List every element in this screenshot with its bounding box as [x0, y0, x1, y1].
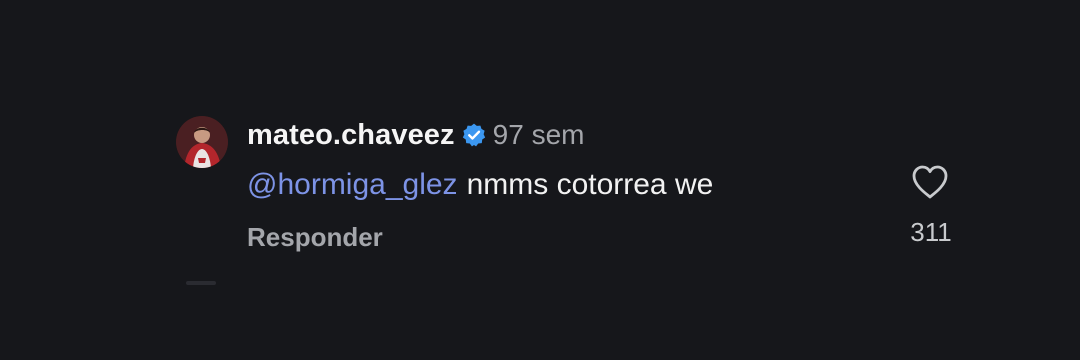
avatar[interactable] — [176, 116, 228, 168]
like-button[interactable] — [910, 164, 950, 200]
like-count: 311 — [910, 217, 952, 247]
comment-body: nmms cotorrea we — [466, 168, 714, 201]
comment-text: @hormiga_glez nmms cotorrea we — [247, 162, 713, 208]
avatar-image — [176, 116, 228, 168]
comment-item: mateo.chaveez 97 sem @hormiga_glez nmms … — [0, 0, 1080, 360]
reply-button[interactable]: Responder — [247, 217, 383, 257]
username-link[interactable]: mateo.chaveez — [247, 119, 455, 152]
comment-header: mateo.chaveez 97 sem — [247, 113, 584, 157]
verified-badge-icon — [461, 122, 487, 148]
next-comment-edge — [186, 281, 216, 285]
heart-icon — [912, 165, 948, 199]
mention-link[interactable]: @hormiga_glez — [247, 168, 458, 202]
comment-timestamp: 97 sem — [492, 119, 585, 150]
